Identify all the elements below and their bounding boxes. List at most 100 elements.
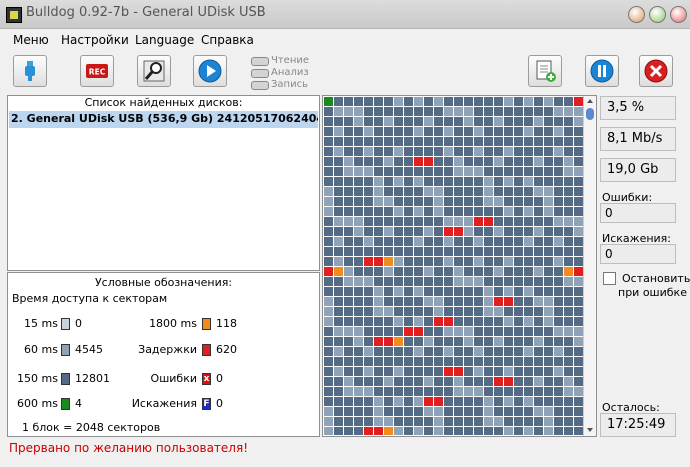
sector-block (424, 247, 433, 256)
analyze-button[interactable] (137, 55, 171, 87)
sector-block (344, 117, 353, 126)
stop-on-error-checkbox[interactable] (603, 272, 616, 285)
progress-percent: 3,5 % (600, 96, 676, 120)
sector-block (394, 297, 403, 306)
sector-block (474, 107, 483, 116)
sector-block (334, 297, 343, 306)
start-button[interactable] (193, 55, 227, 87)
sector-block (554, 397, 563, 406)
sector-block (364, 137, 373, 146)
sector-block (404, 187, 413, 196)
pause-button[interactable] (585, 55, 619, 87)
close-window-button[interactable] (670, 6, 687, 23)
legend-right-label-2: Ошибки (150, 372, 197, 385)
sector-block (534, 277, 543, 286)
minimize-button[interactable] (628, 6, 645, 23)
sector-block (324, 217, 333, 226)
sector-block (464, 197, 473, 206)
sector-block (514, 347, 523, 356)
sector-block (474, 167, 483, 176)
sector-block (474, 387, 483, 396)
stop-button[interactable] (639, 55, 673, 87)
sector-block (374, 287, 383, 296)
sector-block (454, 167, 463, 176)
sector-block (574, 257, 583, 266)
sector-block (494, 267, 503, 276)
sector-block (534, 417, 543, 426)
sector-block (354, 317, 363, 326)
sector-block (364, 157, 373, 166)
record-button[interactable]: REC (80, 55, 114, 87)
sector-block (374, 337, 383, 346)
disk-list-item[interactable]: 2. General UDisk USB (536,9 Gb) 24120517… (9, 111, 318, 128)
sector-block (494, 357, 503, 366)
sector-block (464, 397, 473, 406)
sector-block (344, 397, 353, 406)
sector-block (554, 237, 563, 246)
sector-block (514, 107, 523, 116)
sector-block (464, 307, 473, 316)
sector-block (524, 107, 533, 116)
scrollbar-arrows-icon (586, 99, 594, 432)
sector-block (324, 427, 333, 435)
sector-block (394, 177, 403, 186)
sector-block (334, 157, 343, 166)
sector-block (374, 427, 383, 435)
sector-block (544, 377, 553, 386)
sector-block (514, 167, 523, 176)
sector-block (554, 187, 563, 196)
sector-block (364, 367, 373, 376)
sector-block (374, 197, 383, 206)
sector-block (404, 427, 413, 435)
sector-block (554, 367, 563, 376)
sector-block (414, 407, 423, 416)
legend-left-label-3: 600 ms (17, 397, 58, 410)
sector-block (464, 427, 473, 435)
sector-block (534, 167, 543, 176)
sector-block (374, 187, 383, 196)
sector-block (464, 137, 473, 146)
sector-block (484, 97, 493, 106)
sector-block (484, 407, 493, 416)
sector-block (384, 387, 393, 396)
sector-block (324, 417, 333, 426)
sector-block (454, 287, 463, 296)
sector-block (324, 147, 333, 156)
legend-left-count-2: 12801 (75, 372, 110, 385)
sector-block (404, 97, 413, 106)
sector-block (344, 387, 353, 396)
sector-block (524, 137, 533, 146)
legend-right-label-3: Искажения (131, 397, 197, 410)
menu-help[interactable]: Справка (201, 33, 254, 47)
sector-block (354, 217, 363, 226)
legend-right-count-0: 118 (216, 317, 237, 330)
sector-block (344, 257, 353, 266)
sector-block (444, 247, 453, 256)
sector-block (394, 387, 403, 396)
menu-language[interactable]: Language (135, 33, 194, 47)
sector-block (504, 247, 513, 256)
sector-block (524, 227, 533, 236)
sector-block (504, 227, 513, 236)
sector-block (454, 377, 463, 386)
sector-block (424, 267, 433, 276)
sector-block (534, 257, 543, 266)
sector-block (534, 387, 543, 396)
sector-block (334, 407, 343, 416)
sector-block (534, 337, 543, 346)
sector-block (434, 427, 443, 435)
log-button[interactable] (528, 55, 562, 87)
sector-block (464, 267, 473, 276)
sector-block (504, 187, 513, 196)
sector-block (574, 227, 583, 236)
sector-block (554, 177, 563, 186)
menu-settings[interactable]: Настройки (61, 33, 129, 47)
sector-block (444, 127, 453, 136)
sector-block (554, 127, 563, 136)
sector-block (344, 107, 353, 116)
menu-main[interactable]: Меню (13, 33, 49, 47)
maximize-button[interactable] (649, 6, 666, 23)
sector-map-scrollbar[interactable] (583, 96, 596, 436)
sector-block (384, 337, 393, 346)
select-usb-button[interactable] (13, 55, 47, 87)
